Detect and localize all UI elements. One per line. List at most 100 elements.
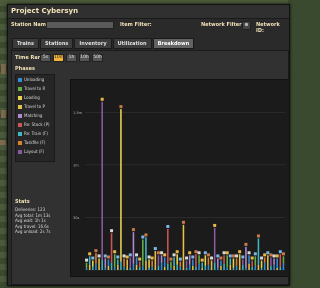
phase-re-stock[interactable]: Re: Stock (P) bbox=[18, 122, 50, 127]
chart-bar bbox=[85, 267, 88, 270]
chart-y-tick-label: 1.5m bbox=[73, 111, 83, 115]
chart-bar bbox=[273, 264, 275, 270]
chart-bar bbox=[142, 239, 144, 266]
chart-bar bbox=[157, 265, 160, 270]
chart-item-icon bbox=[144, 233, 148, 237]
chart-bar bbox=[229, 258, 232, 265]
tab-trains[interactable]: Trains bbox=[12, 38, 39, 49]
chart-bar bbox=[254, 265, 257, 270]
phase-layout[interactable]: Layout (F) bbox=[18, 149, 44, 154]
chart-bar bbox=[217, 267, 219, 270]
chart-bar bbox=[132, 263, 135, 270]
chart-bar bbox=[229, 264, 232, 270]
chart-item-icon bbox=[194, 250, 198, 254]
chart-bar bbox=[129, 257, 132, 268]
chart-bar bbox=[92, 260, 94, 267]
chart-bar bbox=[232, 258, 235, 268]
network-filter-icon[interactable]: ⊕ bbox=[242, 21, 251, 30]
chart-item-icon bbox=[88, 252, 92, 256]
time-range-5s-button[interactable]: 5s bbox=[40, 54, 51, 62]
chart-bar bbox=[110, 262, 113, 270]
chart-bar bbox=[104, 258, 107, 268]
chart-bar bbox=[170, 261, 172, 268]
chart-item-icon bbox=[213, 223, 217, 227]
chart-item-icon bbox=[116, 255, 120, 259]
stat-deliveries: Deliveries: 123 bbox=[15, 207, 46, 212]
chart-bar bbox=[176, 254, 178, 265]
chart-bar bbox=[248, 255, 250, 264]
chart-item-icon bbox=[275, 254, 279, 258]
chart-bar bbox=[85, 262, 88, 268]
chart-item-icon bbox=[263, 253, 267, 257]
chart-item-icon bbox=[231, 254, 235, 258]
station-name-input[interactable] bbox=[46, 21, 114, 29]
chart-bar bbox=[223, 263, 225, 270]
phase-unloading[interactable]: Unloading bbox=[18, 77, 44, 82]
chart-bar bbox=[235, 265, 238, 270]
tab-inventory[interactable]: Inventory bbox=[74, 38, 112, 49]
chart-bar bbox=[267, 266, 269, 270]
chart-bar bbox=[157, 255, 160, 266]
filter-bar: Station Name: Item Filter: Network Filte… bbox=[8, 19, 289, 34]
phase-re-train[interactable]: Re: Train (F) bbox=[18, 131, 48, 136]
tab-stations[interactable]: Stations bbox=[39, 38, 74, 49]
phase-matching[interactable]: Matching bbox=[18, 113, 42, 118]
chart-bar bbox=[204, 255, 207, 266]
chart-item-icon bbox=[94, 249, 98, 253]
chart-item-icon bbox=[147, 255, 151, 259]
chart-bar bbox=[260, 260, 263, 268]
chart-bar bbox=[273, 258, 275, 265]
phase-taskfile[interactable]: Taskfile (F) bbox=[18, 140, 45, 145]
chart-bar bbox=[248, 263, 250, 270]
time-range-1h-button[interactable]: 1h bbox=[66, 54, 77, 62]
chart-bar bbox=[276, 258, 278, 268]
chart-item-icon bbox=[85, 258, 89, 262]
stat-avg-unload: Avg unload: 2s 7s bbox=[15, 229, 51, 234]
window-title[interactable]: Project Cybersyn bbox=[8, 5, 289, 19]
chart-bar bbox=[238, 254, 241, 267]
chart-y-tick-label: 1m bbox=[73, 163, 79, 167]
chart-item-icon bbox=[113, 250, 117, 254]
chart-bar bbox=[270, 265, 272, 270]
chart-item-icon bbox=[235, 254, 239, 258]
phase-travel-to-r[interactable]: Travel to R bbox=[18, 86, 45, 91]
phase-loading[interactable]: Loading bbox=[18, 95, 40, 100]
chart-bar bbox=[188, 255, 191, 265]
tab-breakdown[interactable]: Breakdown bbox=[152, 38, 195, 49]
chart-bar bbox=[245, 246, 247, 268]
time-range-10m-button[interactable]: 10m bbox=[53, 54, 64, 62]
chart-bar bbox=[104, 267, 107, 270]
chart-item-icon bbox=[256, 234, 260, 238]
chart-bar bbox=[117, 259, 119, 265]
chart-item-icon bbox=[128, 253, 132, 257]
chart-item-icon bbox=[125, 255, 129, 259]
chart-bar bbox=[98, 258, 100, 266]
stat-avg-wait: Avg wait: 1h 1s bbox=[15, 218, 46, 223]
phases-title: Phases bbox=[15, 66, 35, 72]
time-range-10h-button[interactable]: 10h bbox=[79, 54, 90, 62]
chart-item-icon bbox=[244, 242, 248, 246]
phase-travel-to-p[interactable]: Travel to P bbox=[18, 104, 45, 109]
breakdown-chart-svg: 1.5m 1m 30s bbox=[73, 97, 285, 271]
chart-bar bbox=[101, 101, 103, 260]
chart-bar bbox=[251, 266, 253, 270]
chart-bar bbox=[279, 266, 282, 270]
chart-bar bbox=[176, 264, 178, 270]
chart-item-icon bbox=[163, 253, 167, 257]
chart-item-icon bbox=[119, 105, 123, 109]
phases-legend: Unloading Travel to R Loading Travel to … bbox=[15, 74, 55, 162]
chart-bar bbox=[260, 267, 263, 270]
item-filter-label: Item Filter: bbox=[120, 22, 152, 28]
chart-bar bbox=[195, 266, 197, 270]
chart-bar bbox=[110, 233, 113, 263]
chart-bar bbox=[145, 237, 147, 261]
tab-utilization[interactable]: Utilization bbox=[112, 38, 152, 49]
chart-item-icon bbox=[197, 251, 201, 255]
chart-bar bbox=[163, 257, 166, 267]
tab-bar: Trains Stations Inventory Utilization Br… bbox=[12, 38, 195, 49]
time-range-50h-button[interactable]: 50h bbox=[92, 54, 103, 62]
chart-bar bbox=[251, 260, 253, 267]
chart-item-icon bbox=[160, 251, 164, 255]
chart-item-icon bbox=[169, 257, 173, 261]
chart-bar bbox=[232, 267, 235, 270]
